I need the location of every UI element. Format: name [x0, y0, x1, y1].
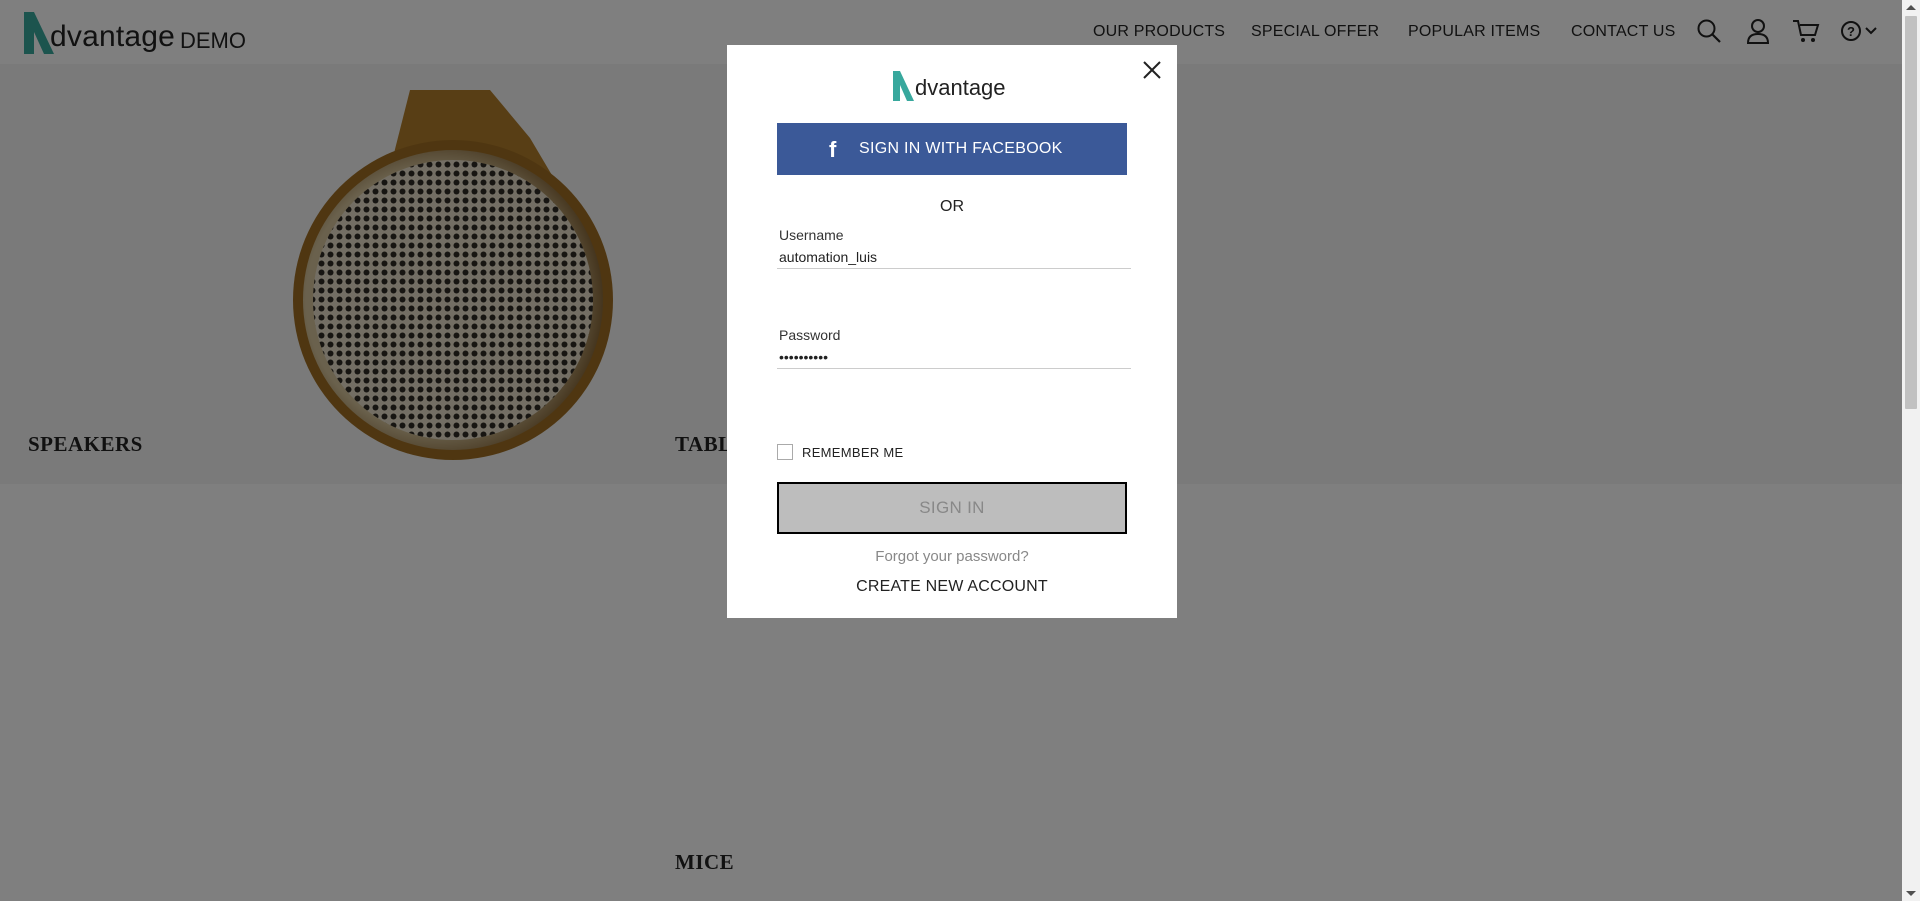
sign-in-button[interactable]: SIGN IN	[777, 482, 1127, 534]
remember-me-label: REMEMBER ME	[802, 445, 904, 460]
scroll-down-arrow-icon[interactable]	[1906, 891, 1916, 896]
password-label: Password	[779, 327, 841, 343]
page-scrollbar[interactable]	[1902, 0, 1920, 901]
facebook-signin-button[interactable]: f SIGN IN WITH FACEBOOK	[777, 123, 1127, 175]
facebook-signin-label: SIGN IN WITH FACEBOOK	[859, 140, 1063, 157]
close-icon[interactable]	[1141, 59, 1163, 81]
facebook-icon: f	[829, 137, 837, 162]
login-modal: dvantage f SIGN IN WITH FACEBOOK OR User…	[727, 45, 1177, 618]
modal-brand-name: dvantage	[915, 75, 1006, 100]
logo-mark-icon	[893, 71, 914, 101]
create-account-link[interactable]: CREATE NEW ACCOUNT	[727, 578, 1177, 596]
username-label: Username	[779, 227, 844, 243]
scroll-up-arrow-icon[interactable]	[1906, 5, 1916, 10]
remember-me-checkbox[interactable]	[777, 444, 793, 460]
modal-brand-logo: dvantage	[891, 69, 1013, 109]
scroll-thumb[interactable]	[1905, 16, 1917, 409]
or-divider: OR	[940, 198, 964, 215]
username-input[interactable]	[777, 246, 1131, 269]
password-input[interactable]	[777, 346, 1131, 369]
forgot-password-link[interactable]: Forgot your password?	[727, 548, 1177, 565]
